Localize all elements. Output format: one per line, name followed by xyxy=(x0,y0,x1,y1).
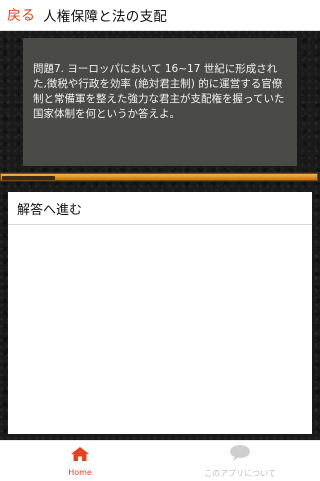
top-bar: 戻る 人権保障と法の支配 xyxy=(0,0,320,31)
nav-item-about[interactable]: このアプリについて xyxy=(160,441,320,481)
bottom-nav: Home このアプリについて xyxy=(0,440,320,481)
nav-label-about: このアプリについて xyxy=(204,468,276,478)
home-icon xyxy=(70,446,90,466)
answer-panel: 解答へ進む xyxy=(8,192,312,434)
progress-fill xyxy=(2,176,55,180)
progress-bar xyxy=(0,173,318,181)
nav-item-home[interactable]: Home xyxy=(0,441,160,481)
page-title: 人権保障と法の支配 xyxy=(43,9,168,25)
question-text: 問題7. ヨーロッパにおいて 16~17 世紀に形成された,徴税や行政を効率 (… xyxy=(33,63,285,120)
go-to-answer-button[interactable]: 解答へ進む xyxy=(8,192,312,225)
question-panel: 問題7. ヨーロッパにおいて 16~17 世紀に形成された,徴税や行政を効率 (… xyxy=(23,38,297,166)
back-button[interactable]: 戻る xyxy=(7,5,35,25)
nav-label-home: Home xyxy=(68,467,92,477)
progress-track xyxy=(0,172,320,182)
chat-bubble-icon xyxy=(229,444,251,466)
